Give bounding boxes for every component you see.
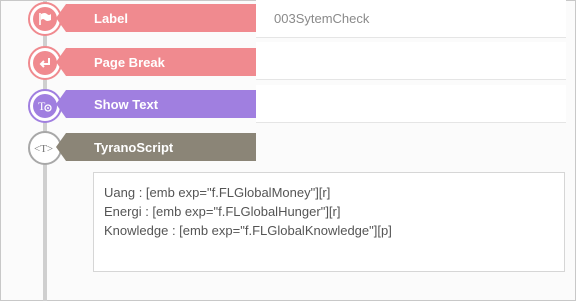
svg-text:T: T — [38, 99, 46, 113]
tyranoscript-textarea[interactable]: Uang : [emb exp="f.FLGlobalMoney"][r] En… — [93, 172, 565, 272]
show-text-tag[interactable]: Show Text — [56, 90, 256, 118]
label-tag-label: Label — [94, 10, 128, 26]
label-tag[interactable]: Label — [56, 4, 256, 32]
show-text-value-field[interactable] — [256, 85, 566, 123]
page-break-tag[interactable]: Page Break — [56, 48, 256, 76]
show-text-tag-label: Show Text — [94, 96, 159, 112]
label-value-field[interactable]: 003SytemCheck — [256, 0, 566, 38]
label-value-text: 003SytemCheck — [274, 11, 370, 26]
page-break-value-field[interactable] — [256, 42, 566, 80]
script-line: Energi : [emb exp="f.FLGlobalHunger"][r] — [104, 204, 341, 219]
svg-text:<T>: <T> — [34, 143, 53, 155]
tyranoscript-tag-label: TyranoScript — [94, 139, 174, 155]
script-line: Uang : [emb exp="f.FLGlobalMoney"][r] — [104, 185, 331, 200]
page-break-tag-label: Page Break — [94, 54, 165, 70]
tyranoscript-tag[interactable]: TyranoScript — [56, 133, 256, 161]
script-line: Knowledge : [emb exp="f.FLGlobalKnowledg… — [104, 223, 392, 238]
